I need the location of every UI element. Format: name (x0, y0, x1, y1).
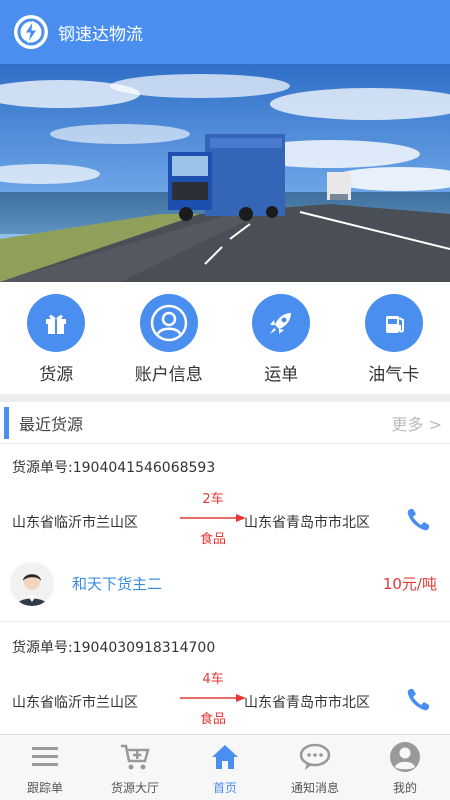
owner-avatar (10, 562, 54, 606)
route-middle: 2车 食品 (180, 488, 246, 558)
tab-label: 跟踪单 (26, 781, 63, 795)
section-accent-bar (4, 406, 9, 439)
route-middle: 4车 食品 (180, 668, 246, 734)
cargo-route: 山东省临沂市兰山区 2车 食品 山东省青岛市市北区 (12, 488, 442, 558)
owner-row: 和天下货主二 10元/吨 (0, 556, 450, 612)
profile-icon (389, 741, 421, 773)
cargo-number: 货源单号:1904041546068593 (12, 460, 216, 476)
cargo-item[interactable]: 货源单号:1904030918314700 山东省临沂市兰山区 4车 食品 山东… (0, 624, 450, 734)
quick-label: 运单 (264, 365, 299, 385)
tab-label: 通知消息 (290, 781, 339, 795)
banner-image[interactable] (0, 64, 450, 282)
chat-icon (299, 741, 331, 773)
recent-cargo-header: 最近货源 更多 > (0, 402, 450, 444)
quick-menu: 货源 账户信息 运单 油气卡 (0, 282, 450, 394)
cargo-item[interactable]: 货源单号:1904041546068593 山东省临沂市兰山区 2车 食品 山东… (0, 444, 450, 624)
section-title: 最近货源 (19, 414, 84, 434)
quick-label: 油气卡 (368, 365, 420, 385)
tab-mine[interactable]: 我的 (360, 735, 450, 800)
route-to: 山东省青岛市市北区 (244, 515, 370, 531)
cart-plus-icon (119, 741, 151, 773)
quick-item-fuel-card[interactable]: 油气卡 (338, 282, 450, 394)
lightning-logo-icon (14, 15, 48, 49)
app-title: 钢速达物流 (58, 24, 143, 45)
bottom-tab-bar: 跟踪单 货源大厅 首页 通知消息 我的 (0, 734, 450, 800)
fuel-card-icon (364, 294, 423, 352)
route-from: 山东省临沂市兰山区 (12, 695, 138, 711)
route-arrow-icon (180, 514, 246, 522)
more-link[interactable]: 更多 > (392, 411, 443, 435)
tab-cargo-hall[interactable]: 货源大厅 (90, 735, 180, 800)
phone-icon[interactable] (404, 506, 432, 534)
gift-icon (27, 294, 86, 352)
truck-count: 4车 (202, 672, 224, 687)
quick-item-account[interactable]: 账户信息 (113, 282, 226, 394)
route-from: 山东省临沂市兰山区 (12, 515, 138, 531)
quick-item-cargo[interactable]: 货源 (0, 282, 113, 394)
list-icon (29, 741, 61, 773)
user-icon (139, 294, 198, 352)
tab-tracking[interactable]: 跟踪单 (0, 735, 90, 800)
rocket-icon (252, 294, 311, 352)
quick-item-waybill[interactable]: 运单 (225, 282, 338, 394)
tab-label: 首页 (212, 781, 237, 795)
goods-type: 食品 (199, 532, 226, 547)
tab-home[interactable]: 首页 (180, 735, 270, 800)
app-header: 钢速达物流 (0, 0, 450, 64)
route-arrow-icon (180, 694, 246, 702)
tab-label: 我的 (392, 781, 417, 795)
tab-notifications[interactable]: 通知消息 (270, 735, 360, 800)
truck-count: 2车 (202, 492, 224, 507)
phone-icon[interactable] (404, 686, 432, 714)
home-icon (209, 741, 241, 773)
goods-type: 食品 (199, 712, 226, 727)
owner-name[interactable]: 和天下货主二 (72, 573, 162, 594)
cargo-price: 10元/吨 (382, 575, 437, 593)
section-separator (0, 394, 450, 402)
tab-label: 货源大厅 (110, 781, 159, 795)
route-to: 山东省青岛市市北区 (244, 695, 370, 711)
cargo-route: 山东省临沂市兰山区 4车 食品 山东省青岛市市北区 (12, 668, 442, 734)
cargo-divider (0, 621, 450, 622)
cargo-number: 货源单号:1904030918314700 (12, 640, 216, 656)
quick-label: 账户信息 (134, 365, 203, 385)
quick-label: 货源 (39, 365, 74, 385)
